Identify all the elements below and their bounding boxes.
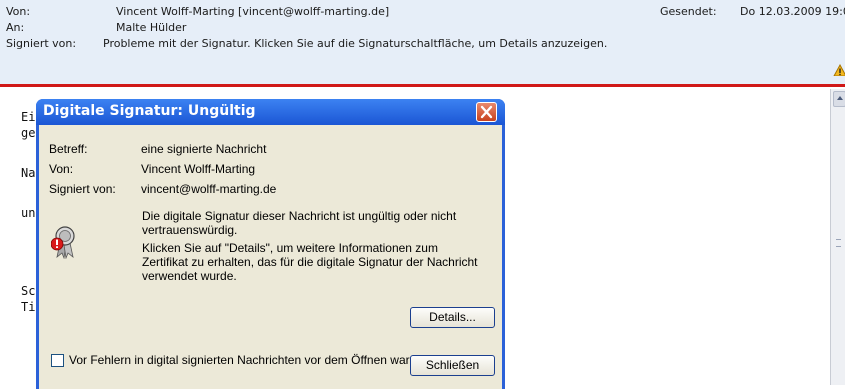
close-button[interactable]: Schließen — [410, 355, 495, 376]
warn-checkbox[interactable] — [51, 354, 64, 367]
dialog-close-button[interactable] — [476, 102, 497, 122]
signed-by-row: Signiert von: Probleme mit der Signatur.… — [0, 36, 845, 52]
to-label: An: — [6, 21, 25, 34]
dialog-content: Betreff: eine signierte Nachricht Von: V… — [39, 125, 502, 389]
message-scrollbar[interactable] — [830, 89, 845, 385]
dialog-from-label: Von: — [49, 162, 74, 176]
info-line: Zertifikat zu erhalten, das für die digi… — [142, 255, 478, 269]
from-value[interactable]: Vincent Wolff-Marting [vincent@wolff-mar… — [116, 4, 389, 20]
dialog-titlebar[interactable]: Digitale Signatur: Ungültig — [36, 99, 505, 125]
sent-label: Gesendet: — [660, 5, 717, 18]
scroll-up-button[interactable] — [833, 91, 845, 107]
message-header: Von: Vincent Wolff-Marting [vincent@wolf… — [0, 0, 845, 87]
signature-warning-icon[interactable] — [833, 64, 845, 76]
invalid-signature-message: Die digitale Signatur dieser Nachricht i… — [142, 209, 502, 237]
body-line: Sc — [21, 284, 36, 298]
scroll-grip-icon[interactable] — [836, 239, 841, 247]
body-line: Ei — [21, 110, 36, 124]
header-divider — [0, 84, 845, 87]
subject-label: Betreff: — [49, 142, 88, 156]
message-line: vertrauenswürdig. — [142, 223, 238, 237]
to-row: An: Malte Hülder — [0, 20, 845, 36]
body-line: ge — [21, 126, 36, 140]
info-line: verwendet wurde. — [142, 269, 237, 283]
subject-value: eine signierte Nachricht — [141, 142, 267, 156]
body-line: Na — [21, 166, 36, 180]
from-row: Von: Vincent Wolff-Marting [vincent@wolf… — [0, 4, 845, 20]
digital-signature-dialog: Digitale Signatur: Ungültig Betreff: ein… — [36, 99, 505, 389]
from-label: Von: — [6, 5, 31, 18]
signed-by-value: Probleme mit der Signatur. Klicken Sie a… — [103, 37, 608, 50]
arrow-up-icon — [837, 96, 843, 100]
details-button[interactable]: Details... — [410, 307, 495, 328]
dialog-title: Digitale Signatur: Ungültig — [43, 103, 256, 119]
dialog-signed-by-row: Signiert von: vincent@wolff-marting.de — [49, 182, 276, 196]
dialog-from-row: Von: Vincent Wolff-Marting — [49, 162, 255, 176]
certificate-error-icon — [50, 225, 79, 262]
message-line: Die digitale Signatur dieser Nachricht i… — [142, 209, 457, 223]
warn-checkbox-label[interactable]: Vor Fehlern in digital signierten Nachri… — [69, 353, 433, 367]
to-value[interactable]: Malte Hülder — [116, 20, 186, 36]
dialog-from-value: Vincent Wolff-Marting — [141, 162, 256, 176]
close-icon — [480, 105, 493, 119]
dialog-signed-by-label: Signiert von: — [49, 182, 116, 196]
dialog-signed-by-value: vincent@wolff-marting.de — [141, 182, 277, 196]
subject-row: Betreff: eine signierte Nachricht — [49, 142, 266, 156]
details-info-text: Klicken Sie auf "Details", um weitere In… — [142, 241, 502, 283]
body-line: un — [21, 206, 36, 220]
body-line: Ti — [21, 300, 36, 314]
signed-by-label: Signiert von: — [6, 37, 77, 50]
sent-value: Do 12.03.2009 19:0 — [740, 5, 845, 18]
info-line: Klicken Sie auf "Details", um weitere In… — [142, 241, 438, 255]
